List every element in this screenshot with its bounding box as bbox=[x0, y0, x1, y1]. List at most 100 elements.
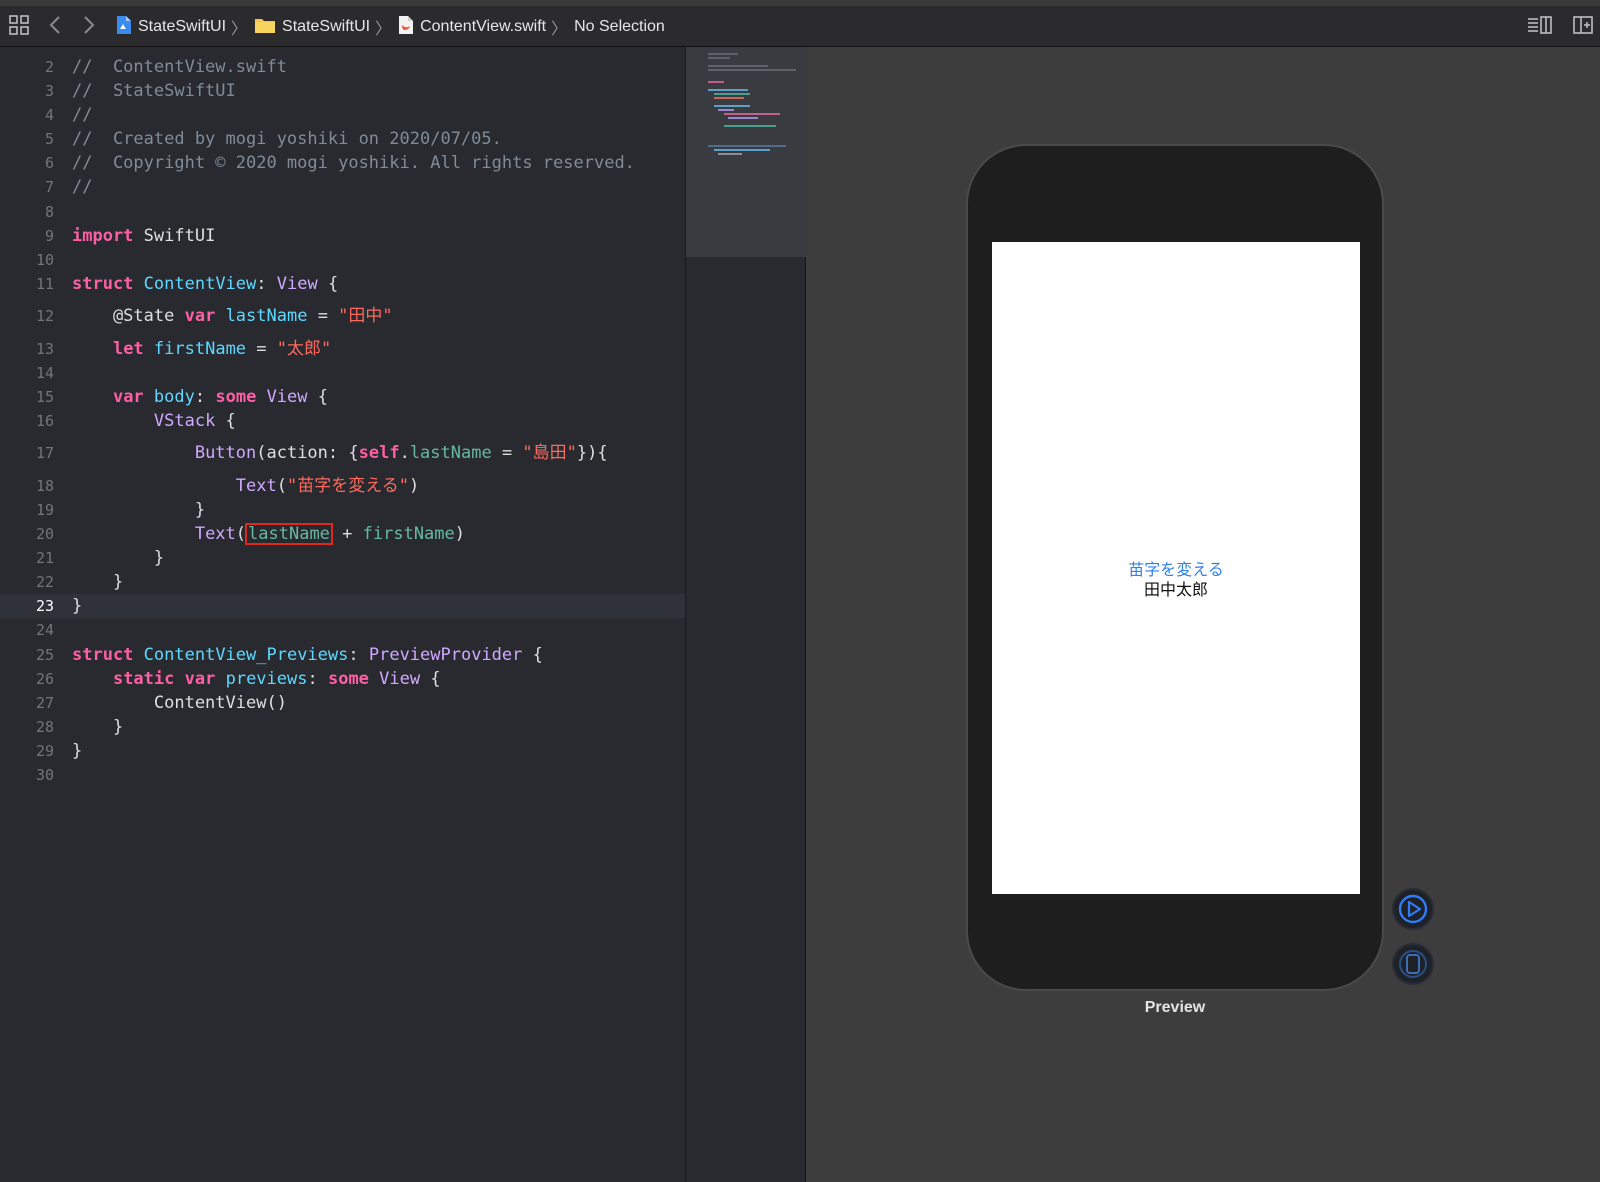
breadcrumb-separator-icon: 〉 bbox=[375, 21, 392, 38]
code-token: } bbox=[72, 500, 206, 520]
line-number: 10 bbox=[35, 251, 54, 269]
code-token: var bbox=[184, 306, 216, 326]
code-line[interactable]: 14 bbox=[0, 361, 685, 385]
line-number: 8 bbox=[44, 203, 54, 221]
code-line[interactable]: 10 bbox=[0, 248, 685, 272]
code-line[interactable]: 6 // Copyright © 2020 mogi yoshiki. All r… bbox=[0, 151, 685, 175]
code-line[interactable]: 17 Button(action: {self.lastName = "島田"}… bbox=[0, 441, 685, 465]
code-line[interactable]: 11 struct ContentView: View { bbox=[0, 272, 685, 296]
breadcrumb-project[interactable]: StateSwiftUI bbox=[116, 15, 226, 40]
code-line[interactable]: 13 let firstName = "太郎" bbox=[0, 337, 685, 361]
folder-icon bbox=[254, 16, 276, 39]
code-token: (action: { bbox=[256, 443, 359, 463]
minimap-visible-region[interactable] bbox=[686, 47, 806, 257]
device-screen[interactable]: 苗字を変える 田中太郎 bbox=[992, 242, 1360, 894]
code-token: ) bbox=[454, 524, 466, 544]
code-line[interactable]: 3 // StateSwiftUI bbox=[0, 79, 685, 103]
line-number: 16 bbox=[35, 412, 54, 430]
code-line[interactable]: 23} bbox=[0, 594, 685, 618]
code-line[interactable]: 24 bbox=[0, 618, 685, 642]
line-number: 14 bbox=[35, 364, 54, 382]
line-number: 7 bbox=[44, 178, 54, 196]
code-text: // Copyright © 2020 mogi yoshiki. All ri… bbox=[72, 151, 635, 175]
line-number: 23 bbox=[35, 597, 54, 615]
code-line[interactable]: 25 struct ContentView_Previews: PreviewPr… bbox=[0, 643, 685, 667]
code-line[interactable]: 27 ContentView() bbox=[0, 691, 685, 715]
code-line[interactable]: 21 } bbox=[0, 546, 685, 570]
code-text: static var previews: some View { bbox=[72, 667, 441, 691]
code-token: ( bbox=[276, 476, 287, 496]
code-line[interactable]: 18 Text("苗字を変える") bbox=[0, 474, 685, 498]
code-token: }){ bbox=[576, 443, 608, 463]
line-number: 4 bbox=[44, 106, 54, 124]
line-number: 17 bbox=[35, 444, 54, 462]
line-number: 2 bbox=[44, 58, 54, 76]
swift-file-icon bbox=[398, 15, 414, 40]
code-text: } bbox=[72, 739, 82, 763]
code-token: "苗字を変える" bbox=[286, 476, 409, 496]
code-line[interactable]: 19 } bbox=[0, 498, 685, 522]
code-line[interactable]: 30 bbox=[0, 763, 685, 787]
source-editor[interactable]: 2 // ContentView.swift 3 // StateSwiftUI 4 //… bbox=[0, 47, 685, 1182]
code-line[interactable]: 2 // ContentView.swift bbox=[0, 55, 685, 79]
code-token: Text bbox=[235, 476, 277, 496]
line-number: 18 bbox=[35, 477, 54, 495]
code-line[interactable]: 4 // bbox=[0, 103, 685, 127]
code-token: self bbox=[358, 443, 400, 463]
code-line[interactable]: 8 bbox=[0, 200, 685, 224]
preview-on-device-button[interactable] bbox=[1392, 943, 1434, 985]
code-token: some bbox=[215, 387, 257, 407]
code-line[interactable]: 7 // bbox=[0, 175, 685, 199]
code-token: // StateSwiftUI bbox=[72, 81, 236, 101]
breadcrumb-selection[interactable]: No Selection bbox=[574, 18, 665, 36]
code-line[interactable]: 5 // Created by mogi yoshiki on 2020/07/0… bbox=[0, 127, 685, 151]
minimap[interactable] bbox=[685, 47, 806, 1182]
code-text: // bbox=[72, 103, 92, 127]
forward-chevron-icon[interactable] bbox=[78, 14, 102, 38]
editor-options-icon[interactable] bbox=[1526, 14, 1552, 38]
line-number: 22 bbox=[35, 573, 54, 591]
code-text: var body: some View { bbox=[72, 385, 328, 409]
code-line[interactable]: 26 static var previews: some View { bbox=[0, 667, 685, 691]
toolbar: StateSwiftUI 〉 StateSwiftUI 〉 ContentVie… bbox=[0, 0, 1600, 47]
code-token: { bbox=[420, 669, 441, 689]
line-number: 30 bbox=[35, 766, 54, 784]
breadcrumb-file-label: ContentView.swift bbox=[420, 18, 547, 35]
code-text: } bbox=[72, 570, 123, 594]
line-number: 5 bbox=[44, 130, 54, 148]
code-line[interactable]: 12 @State var lastName = "田中" bbox=[0, 304, 685, 328]
live-preview-button[interactable] bbox=[1392, 888, 1434, 930]
breadcrumb-file[interactable]: ContentView.swift bbox=[398, 15, 546, 40]
code-token: "田中" bbox=[338, 306, 393, 326]
code-token: } bbox=[72, 741, 83, 761]
code-line[interactable]: 28 } bbox=[0, 715, 685, 739]
code-token: previews bbox=[225, 669, 308, 689]
code-line[interactable]: 20 Text(lastName + firstName) bbox=[0, 522, 685, 546]
preview-canvas[interactable]: 苗字を変える 田中太郎 Preview bbox=[806, 47, 1600, 1182]
breadcrumb-separator-icon: 〉 bbox=[551, 21, 568, 38]
code-text: import SwiftUI bbox=[72, 224, 215, 248]
code-token: = bbox=[246, 339, 277, 359]
code-token: : bbox=[307, 669, 328, 689]
line-number: 9 bbox=[44, 227, 54, 245]
back-chevron-icon[interactable] bbox=[46, 14, 70, 38]
code-line[interactable]: 22 } bbox=[0, 570, 685, 594]
breadcrumb-folder[interactable]: StateSwiftUI bbox=[254, 16, 370, 39]
code-text: Text(lastName + firstName) bbox=[72, 522, 465, 546]
code-line[interactable]: 29} bbox=[0, 739, 685, 763]
code-token: ContentView_Previews bbox=[143, 645, 349, 665]
code-token: View bbox=[276, 274, 318, 294]
related-items-grid-icon[interactable] bbox=[8, 14, 32, 38]
code-line[interactable]: 16 VStack { bbox=[0, 409, 685, 433]
code-line[interactable]: 15 var body: some View { bbox=[0, 385, 685, 409]
code-token: import bbox=[72, 226, 134, 246]
add-editor-icon[interactable] bbox=[1572, 14, 1596, 38]
code-text: Button(action: {self.lastName = "島田"}){ bbox=[72, 441, 608, 465]
code-line[interactable]: 9 import SwiftUI bbox=[0, 224, 685, 248]
